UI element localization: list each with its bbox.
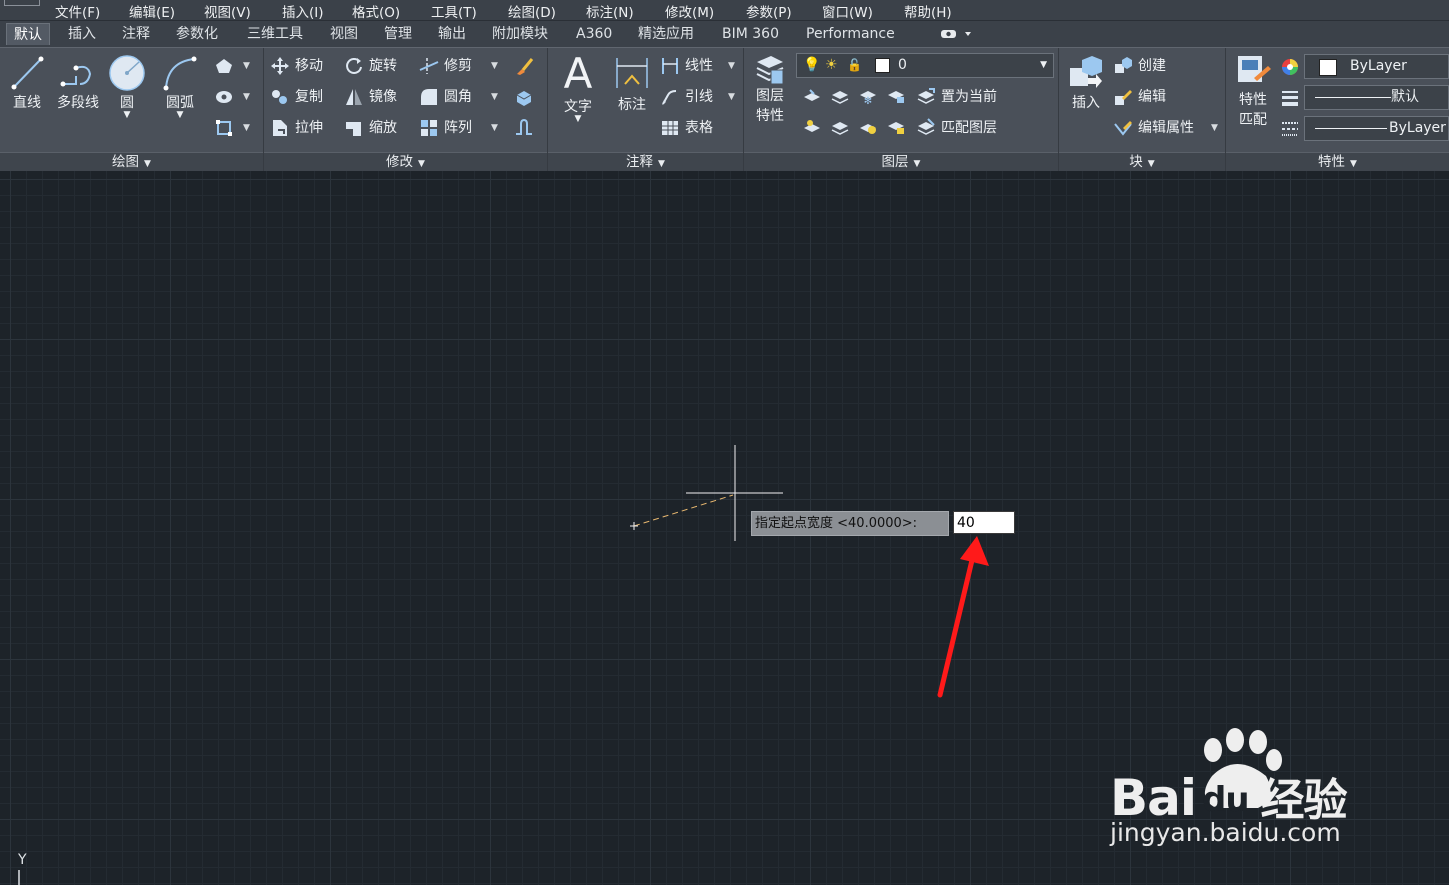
red-arrow-annotation [937,536,989,698]
watermark-url: jingyan.baidu.com [1110,818,1341,847]
ucs-y-label: Y [18,852,27,868]
polyline-start-point-icon [630,522,638,530]
watermark-brand-mid: du [1202,780,1250,820]
start-width-input[interactable] [953,511,1015,534]
dynamic-input-prompt: 指定起点宽度 <40.0000>: [751,511,949,536]
polyline-rubber-band [633,494,734,527]
